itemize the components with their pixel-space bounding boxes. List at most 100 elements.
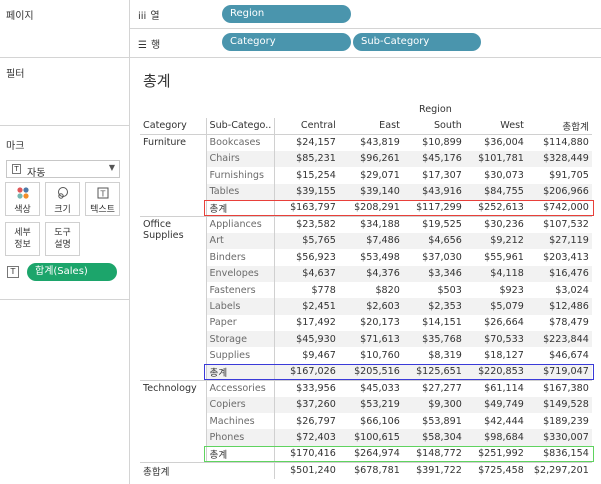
sub-category-cell: Furnishings: [205, 167, 275, 184]
sub-category-cell: Fasteners: [205, 281, 275, 299]
value-cell: $17,307: [422, 169, 462, 181]
sub-category-cell: Phones: [205, 429, 275, 446]
value-cell: $34,188: [338, 215, 403, 233]
value-cell: $53,219: [338, 396, 403, 414]
size-button[interactable]: 크기: [45, 182, 80, 216]
value-cell: $15,254: [274, 167, 339, 184]
filters-card[interactable]: 필터: [0, 58, 129, 126]
value-cell: $70,533: [464, 331, 527, 348]
table-row: Art $5,765 $7,486 $4,656 $9,212 $27,119: [140, 232, 592, 250]
grand-total-value: $678,781: [338, 461, 403, 479]
sub-category-cell: Art: [205, 232, 275, 250]
marks-type-dropdown[interactable]: T 자동 ▼: [6, 160, 120, 179]
text-button[interactable]: T 텍스트: [85, 182, 120, 216]
total-value: $167,026: [274, 363, 339, 381]
color-button[interactable]: 색상: [5, 182, 40, 216]
value-cell: $4,656: [402, 232, 465, 250]
total-value: $251,992: [478, 448, 524, 460]
table-row: Supplies $9,467 $10,760 $8,319 $18,127 $46,67…: [140, 347, 592, 364]
total-value: $163,797: [274, 199, 339, 217]
sub-category-cell: Storage: [205, 331, 275, 348]
sub-category-cell: Supplies: [205, 347, 275, 364]
total-value: $264,974: [354, 448, 400, 460]
rows-icon: ☰: [138, 40, 147, 51]
table-row: Copiers $37,260 $53,219 $9,300 $49,749 $149,5…: [140, 396, 592, 414]
value-cell: $100,615: [338, 429, 403, 446]
column-header: Central: [274, 118, 339, 135]
grand-total-label: 총합계: [140, 461, 275, 479]
value-cell: $5,765: [274, 232, 339, 250]
value-cell: $45,930: [274, 331, 339, 348]
value-cell: $53,891: [422, 415, 462, 427]
value-cell: $18,127: [484, 350, 524, 362]
value-cell: $223,844: [526, 331, 592, 348]
columns-icon: iii: [138, 11, 147, 22]
value-cell: $16,476: [526, 265, 592, 282]
value-cell: $12,486: [526, 298, 592, 315]
detail-button[interactable]: 세부 정보: [5, 222, 40, 256]
table-row: Technology Accessories $33,956 $45,033 $27,2…: [140, 379, 592, 463]
value-cell: $33,956: [274, 379, 339, 397]
value-cell: $61,114: [464, 379, 527, 397]
worksheet: 총계 Region Category Sub-Catego.. Central Eas…: [131, 58, 601, 484]
value-cell: $43,916: [402, 183, 465, 200]
table-row: Envelopes $4,637 $4,376 $3,346 $4,118 $16,476: [140, 265, 592, 282]
value-cell: $91,705: [549, 169, 589, 181]
value-cell: $4,376: [338, 265, 403, 282]
text-encoding-icon: T: [7, 266, 19, 278]
pages-title: 페이지: [6, 11, 34, 22]
value-cell: $820: [375, 284, 400, 296]
marks-type-label: 자동: [27, 168, 46, 179]
value-cell: $203,413: [543, 251, 589, 263]
columns-shelf: iii 열 Region: [130, 0, 601, 29]
value-cell: $778: [274, 281, 339, 299]
sum-sales-pill[interactable]: 합계(Sales): [27, 263, 117, 281]
total-value: $125,651: [402, 363, 465, 381]
value-cell: $37,030: [422, 251, 462, 263]
total-label: 총계: [205, 445, 275, 463]
value-cell: $96,261: [338, 150, 403, 168]
rows-shelf-label: ☰ 행: [138, 40, 161, 51]
value-cell: $167,380: [526, 379, 592, 397]
value-cell: $189,239: [543, 415, 589, 427]
value-cell: $17,492: [274, 314, 339, 332]
value-cell: $24,157: [274, 133, 339, 151]
sub-category-cell: Chairs: [205, 150, 275, 168]
value-cell: $53,498: [360, 251, 400, 263]
sub-category-cell: Bookcases: [205, 133, 275, 151]
region-pill[interactable]: Region: [222, 5, 351, 23]
value-cell: $42,444: [484, 415, 524, 427]
color-label: 색상: [14, 205, 31, 215]
sub-category-pill[interactable]: Sub-Category: [353, 33, 481, 51]
tooltip-button[interactable]: 도구 설명: [45, 222, 80, 256]
columns-shelf-label: iii 열: [138, 11, 160, 22]
category-pill[interactable]: Category: [222, 33, 351, 51]
value-cell: $72,403: [274, 429, 339, 446]
value-cell: $3,346: [402, 265, 465, 282]
total-value: $205,516: [338, 363, 403, 381]
sub-category-cell: Appliances: [205, 215, 275, 233]
size-icon: [46, 186, 79, 200]
value-cell: $2,353: [402, 298, 465, 315]
value-cell: $10,899: [402, 133, 465, 151]
value-cell: $58,304: [402, 429, 465, 446]
color-dots-icon: [6, 186, 39, 200]
value-cell: $56,923: [274, 249, 339, 266]
value-cell: $8,319: [428, 350, 462, 362]
table-row: Furniture Bookcases $24,157 $43,819 $10,899 $…: [140, 133, 592, 217]
table-row: Storage $45,930 $71,613 $35,768 $70,533 $223,…: [140, 331, 592, 348]
column-header: 총합계: [526, 118, 592, 135]
value-cell: $98,684: [464, 429, 527, 446]
tooltip-label: 도구 설명: [54, 228, 71, 250]
sub-category-cell: Binders: [205, 249, 275, 266]
sub-category-cell: Copiers: [205, 396, 275, 414]
header-row: Category Sub-Catego.. Central East South West…: [140, 118, 592, 135]
value-cell: $27,277: [402, 379, 465, 397]
grand-total-value: $501,240: [274, 461, 339, 479]
value-cell: $328,449: [526, 150, 592, 168]
filters-title: 필터: [6, 69, 25, 80]
value-cell: $149,528: [526, 396, 592, 414]
value-cell: $45,176: [402, 150, 465, 168]
pages-card[interactable]: 페이지: [0, 0, 129, 58]
total-value: $208,291: [354, 202, 400, 214]
